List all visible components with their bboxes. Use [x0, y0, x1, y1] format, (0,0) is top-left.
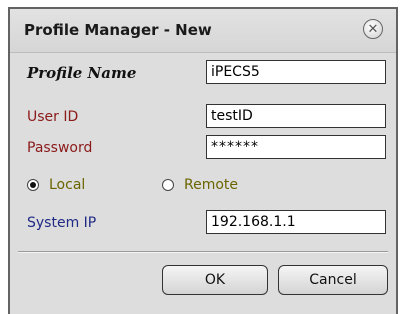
title-bar[interactable]: Profile Manager - New ✕ — [10, 9, 396, 53]
user-id-label: User ID — [27, 109, 79, 125]
close-icon[interactable]: ✕ — [363, 19, 383, 39]
password-input[interactable]: ****** — [206, 135, 386, 159]
user-id-input[interactable]: testID — [206, 104, 386, 128]
system-ip-label: System IP — [27, 215, 97, 231]
profile-name-label: Profile Name — [27, 64, 137, 82]
profile-name-input[interactable]: iPECS5 — [206, 60, 386, 84]
profile-manager-dialog: Profile Manager - New ✕ Profile Name iPE… — [10, 9, 396, 314]
ok-button[interactable]: OK — [162, 265, 268, 295]
radio-local-label: Local — [49, 177, 86, 193]
radio-remote-button[interactable] — [162, 179, 174, 191]
cancel-button[interactable]: Cancel — [278, 265, 388, 295]
radio-local-button[interactable] — [27, 179, 39, 191]
password-label: Password — [27, 140, 93, 156]
system-ip-input[interactable]: 192.168.1.1 — [206, 210, 386, 234]
button-divider — [18, 251, 388, 253]
radio-remote-label: Remote — [184, 177, 239, 193]
dialog-title: Profile Manager - New — [24, 21, 212, 39]
radio-local[interactable]: Local — [27, 177, 85, 193]
radio-remote[interactable]: Remote — [162, 177, 238, 193]
